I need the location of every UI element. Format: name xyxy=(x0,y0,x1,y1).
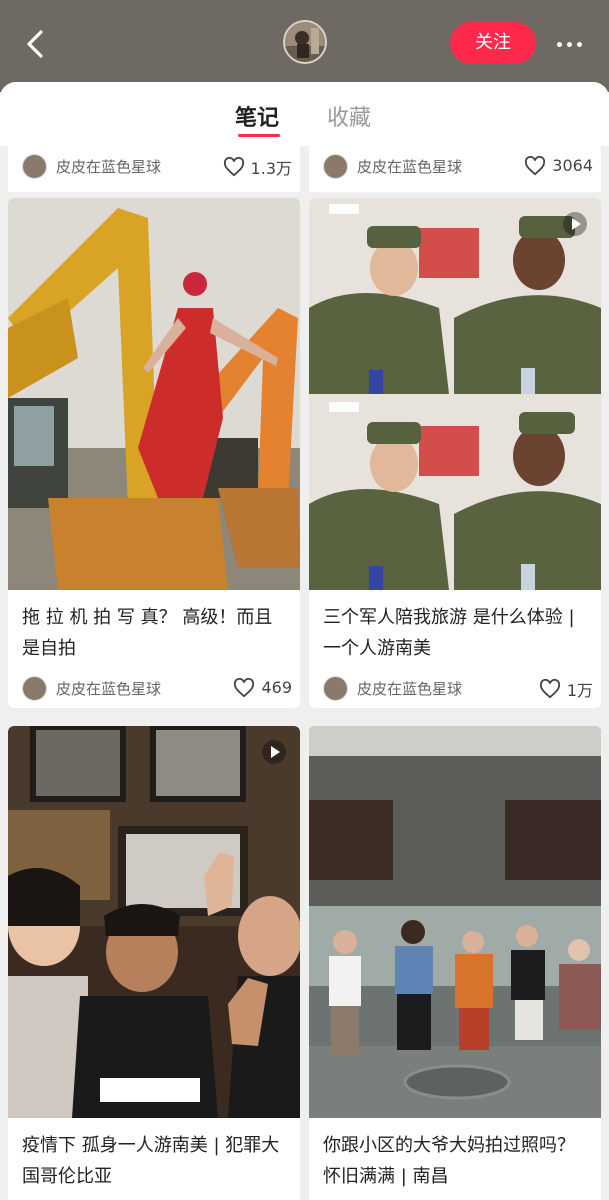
chevron-left-icon xyxy=(27,30,43,58)
note-title[interactable]: 拖 拉 机 拍 写 真？ 高级！而且是自拍 xyxy=(22,602,290,664)
heart-icon xyxy=(525,155,546,175)
profile-header: 关注 xyxy=(0,0,609,92)
heart-icon xyxy=(223,157,244,177)
like-button[interactable]: 3064 xyxy=(524,155,593,179)
back-button[interactable] xyxy=(18,24,54,64)
author-avatar[interactable] xyxy=(22,154,47,179)
note-card[interactable]: 拖 拉 机 拍 写 真？ 高级！而且是自拍 皮皮在蓝色星球 469 xyxy=(8,198,300,708)
note-title[interactable]: 你跟小区的大爷大妈拍过照吗？怀旧满满 | 南昌 xyxy=(323,1130,591,1192)
tab-bar: 笔记 收藏 xyxy=(0,82,609,146)
author-name[interactable]: 皮皮在蓝色星球 xyxy=(56,678,161,699)
author-avatar[interactable] xyxy=(323,676,348,701)
like-count: 1.3万 xyxy=(250,159,292,178)
note-meta: 皮皮在蓝色星球 1.3万 xyxy=(22,152,292,180)
like-count: 3064 xyxy=(552,156,593,175)
author-avatar[interactable] xyxy=(323,154,348,179)
like-count: 469 xyxy=(261,678,292,697)
like-button[interactable]: 1万 xyxy=(539,677,593,701)
note-card[interactable]: 三个军人陪我旅游 是什么体验 | 一个人游南美 皮皮在蓝色星球 1万 xyxy=(309,198,601,708)
video-badge xyxy=(563,212,587,236)
note-meta: 皮皮在蓝色星球 1万 xyxy=(323,674,593,702)
note-cover-image[interactable] xyxy=(8,198,300,590)
note-cover-image[interactable] xyxy=(8,726,300,1118)
tab-favorites[interactable]: 收藏 xyxy=(327,100,371,132)
author-avatar[interactable] xyxy=(22,676,47,701)
tab-notes[interactable]: 笔记 xyxy=(235,100,279,132)
note-card[interactable]: 皮皮在蓝色星球 1.3万 xyxy=(8,146,300,192)
note-cover-image[interactable] xyxy=(309,726,601,1118)
note-card[interactable]: 疫情下 孤身一人游南美 | 犯罪大国哥伦比亚 xyxy=(8,726,300,1200)
note-meta: 皮皮在蓝色星球 3064 xyxy=(323,152,593,180)
user-avatar[interactable] xyxy=(283,20,327,64)
play-icon xyxy=(271,746,280,758)
note-card[interactable]: 你跟小区的大爷大妈拍过照吗？怀旧满满 | 南昌 xyxy=(309,726,601,1200)
heart-icon xyxy=(539,679,560,699)
author-name[interactable]: 皮皮在蓝色星球 xyxy=(357,156,462,177)
content-sheet: 笔记 收藏 皮皮在蓝色星球 1.3万 皮皮在蓝色星球 3064 拖 拉 机 拍 … xyxy=(0,82,609,1200)
play-icon xyxy=(572,218,581,230)
active-tab-indicator xyxy=(238,134,280,137)
like-button[interactable]: 1.3万 xyxy=(223,155,292,179)
author-name[interactable]: 皮皮在蓝色星球 xyxy=(56,156,161,177)
note-title[interactable]: 三个军人陪我旅游 是什么体验 | 一个人游南美 xyxy=(323,602,591,664)
more-options-button[interactable] xyxy=(550,26,588,62)
video-badge xyxy=(262,740,286,764)
follow-button[interactable]: 关注 xyxy=(450,22,536,64)
heart-icon xyxy=(234,677,255,697)
note-cover-image[interactable] xyxy=(309,198,601,590)
like-count: 1万 xyxy=(566,681,593,700)
note-card[interactable]: 皮皮在蓝色星球 3064 xyxy=(309,146,601,192)
note-meta: 皮皮在蓝色星球 469 xyxy=(22,674,292,702)
note-title[interactable]: 疫情下 孤身一人游南美 | 犯罪大国哥伦比亚 xyxy=(22,1130,290,1192)
like-button[interactable]: 469 xyxy=(233,677,292,701)
ellipsis-icon xyxy=(557,42,562,47)
author-name[interactable]: 皮皮在蓝色星球 xyxy=(357,678,462,699)
